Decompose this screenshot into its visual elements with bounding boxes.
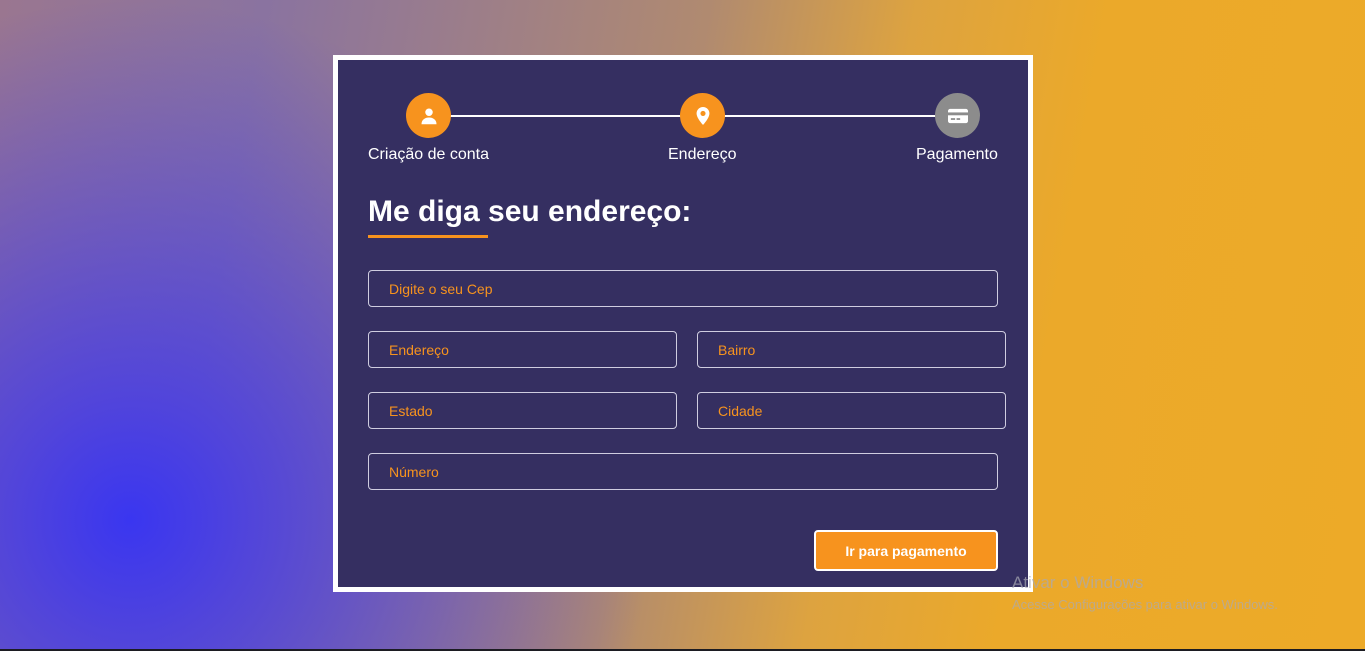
watermark-subtitle: Acesse Configurações para ativar o Windo… (1012, 597, 1278, 612)
user-icon (421, 108, 436, 124)
cep-input[interactable] (368, 270, 998, 307)
watermark-title: Ativar o Windows (1012, 573, 1144, 592)
step-address-label: Endereço (668, 146, 737, 163)
go-to-payment-button[interactable]: Ir para pagamento (814, 530, 998, 571)
estado-input[interactable] (368, 392, 677, 429)
step-account-label: Criação de conta (368, 146, 489, 163)
signup-card: Criação de conta Endereço Pagamento Me d… (333, 55, 1033, 592)
step-payment-circle (935, 93, 980, 138)
form-title: Me diga seu endereço: (368, 195, 692, 228)
windows-activation-watermark: Ativar o Windows Acesse Configurações pa… (1012, 573, 1278, 612)
progress-stepper: Criação de conta Endereço Pagamento (368, 90, 998, 170)
step-account-circle (406, 93, 451, 138)
numero-input[interactable] (368, 453, 998, 490)
endereco-input[interactable] (368, 331, 677, 368)
cidade-input[interactable] (697, 392, 1006, 429)
step-payment-label: Pagamento (916, 146, 998, 163)
step-address-circle (680, 93, 725, 138)
title-underline (368, 235, 488, 238)
map-pin-icon (696, 106, 709, 125)
credit-card-icon (947, 108, 968, 123)
bairro-input[interactable] (697, 331, 1006, 368)
